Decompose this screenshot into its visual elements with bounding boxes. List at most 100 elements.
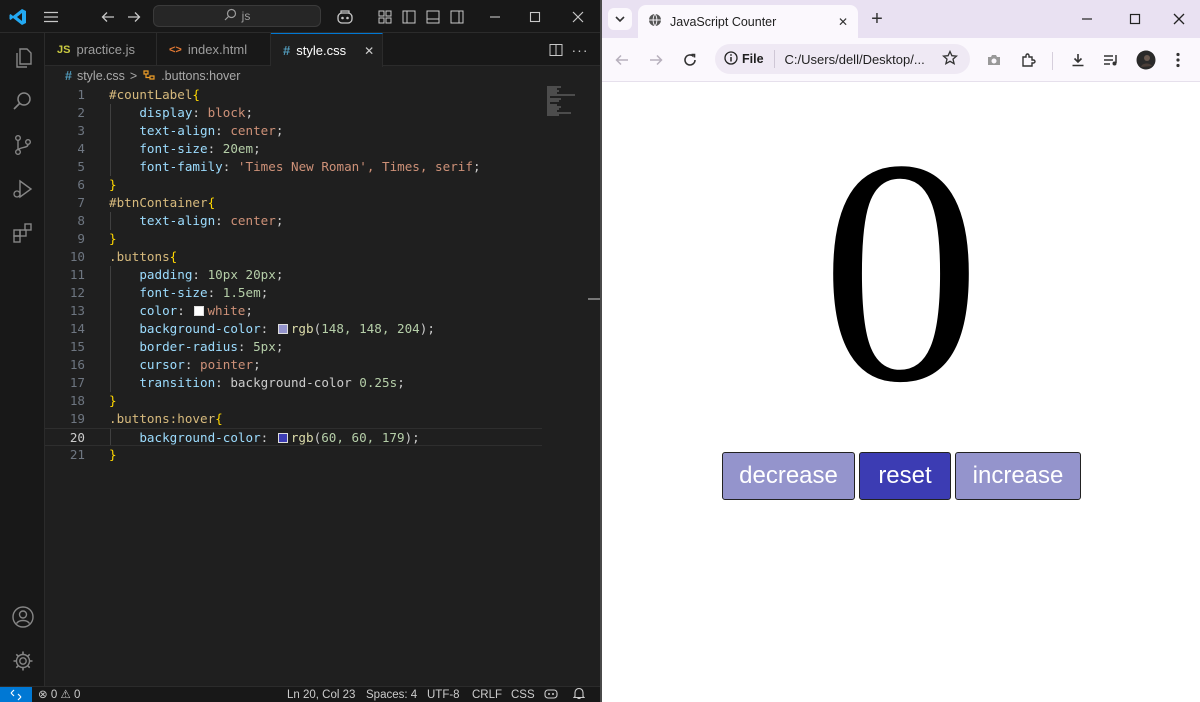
code-line: 16 cursor: pointer; <box>69 357 261 372</box>
back-arrow-icon[interactable] <box>610 48 634 72</box>
code-line: 21} <box>69 447 117 462</box>
tab-search-chevron-icon[interactable] <box>608 8 632 30</box>
account-icon[interactable] <box>0 597 45 637</box>
extensions-icon[interactable] <box>0 213 45 253</box>
maximize-icon[interactable] <box>1120 8 1150 30</box>
files-icon[interactable] <box>0 38 45 78</box>
camera-icon[interactable] <box>982 48 1006 72</box>
bookmark-star-icon[interactable] <box>941 49 959 69</box>
more-actions-icon[interactable]: ··· <box>569 33 591 66</box>
extensions-puzzle-icon[interactable] <box>1016 48 1040 72</box>
address-bar[interactable]: File C:/Users/dell/Desktop/... <box>715 44 970 74</box>
tab-practice-js[interactable]: JS practice.js <box>45 33 157 66</box>
close-window-icon[interactable] <box>1164 8 1194 30</box>
increase-button[interactable]: increase <box>955 452 1081 500</box>
code-line: 8 text-align: center; <box>77 213 284 228</box>
tab-style-css[interactable]: # style.css ✕ <box>271 33 383 67</box>
code-editor[interactable]: 1 #countLabel{ 2 display: block; 3 text-a… <box>45 86 600 686</box>
code-line: 6} <box>77 177 117 192</box>
minimize-icon[interactable] <box>478 0 512 33</box>
color-swatch[interactable] <box>277 324 288 334</box>
end-of-line[interactable]: CRLF <box>472 687 502 702</box>
cursor-position[interactable]: Ln 20, Col 23 <box>287 687 355 702</box>
close-tab-icon[interactable]: ✕ <box>838 15 848 29</box>
browser-tab-title: JavaScript Counter <box>670 14 777 29</box>
encoding[interactable]: UTF-8 <box>427 687 460 702</box>
language-mode[interactable]: CSS <box>511 687 535 702</box>
toggle-secondary-sidebar-icon[interactable] <box>446 0 468 33</box>
problems-indicator[interactable]: ⊗ 0 ⚠ 0 <box>38 687 80 702</box>
arrow-right-icon[interactable] <box>122 0 146 33</box>
new-tab-button[interactable]: + <box>866 8 888 30</box>
split-editor-icon[interactable] <box>545 33 567 66</box>
code-line: 15 border-radius: 5px; <box>69 339 284 354</box>
code-line: 10 .buttons{ <box>69 249 178 264</box>
scrollbar-position-marker <box>588 298 600 300</box>
info-icon <box>724 50 738 68</box>
tab-label: index.html <box>187 42 248 57</box>
error-icon: ⊗ <box>38 689 48 701</box>
copilot-icon[interactable] <box>544 687 558 702</box>
minimap[interactable] <box>547 86 587 116</box>
code-line: 18} <box>69 393 117 408</box>
breadcrumb: # style.css > .buttons:hover <box>45 66 600 86</box>
forward-arrow-icon[interactable] <box>644 48 668 72</box>
code-line: 13 color: white; <box>69 303 253 318</box>
browser-tab[interactable]: JavaScript Counter ✕ <box>638 5 858 38</box>
status-bar: ⊗ 0 ⚠ 0 Ln 20, Col 23 Spaces: 4 UTF-8 CR… <box>0 686 600 702</box>
customize-layout-icon[interactable] <box>374 0 396 33</box>
close-tab-icon[interactable]: ✕ <box>364 44 374 58</box>
code-line: 3 text-align: center; <box>77 123 284 138</box>
url-text: C:/Users/dell/Desktop/... <box>784 51 925 67</box>
globe-icon <box>648 13 662 30</box>
html-file-icon: <> <box>169 43 182 56</box>
breadcrumb-file[interactable]: style.css <box>77 69 125 83</box>
warning-icon: ⚠ <box>60 689 71 701</box>
minimize-icon[interactable] <box>1072 8 1102 30</box>
code-line-current: 20 background-color: rgb(60, 60, 179); <box>45 428 542 446</box>
javascript-file-icon: JS <box>57 43 71 56</box>
code-line: 1 #countLabel{ <box>77 87 200 102</box>
reload-icon[interactable] <box>678 48 702 72</box>
gear-icon[interactable] <box>0 641 45 681</box>
indentation[interactable]: Spaces: 4 <box>366 687 417 702</box>
count-label: 0 <box>821 95 981 449</box>
code-line: 17 transition: background-color 0.25s; <box>69 375 405 390</box>
warning-count: 0 <box>73 689 81 701</box>
toggle-panel-icon[interactable] <box>422 0 444 33</box>
git-branch-icon[interactable] <box>0 125 45 165</box>
copilot-icon[interactable] <box>330 0 360 33</box>
hamburger-icon[interactable] <box>38 0 64 33</box>
tab-index-html[interactable]: <> index.html <box>157 33 271 66</box>
more-vert-icon[interactable] <box>1166 48 1190 72</box>
toolbar-divider <box>1052 52 1053 70</box>
css-file-icon: # <box>283 43 291 58</box>
search-text: js <box>241 9 251 23</box>
breadcrumb-symbol[interactable]: .buttons:hover <box>161 69 240 83</box>
notifications-bell-icon[interactable] <box>572 687 586 702</box>
command-center-search[interactable]: js <box>153 5 321 27</box>
toggle-primary-sidebar-icon[interactable] <box>398 0 420 33</box>
scheme-label: File <box>742 52 764 66</box>
arrow-left-icon[interactable] <box>96 0 120 33</box>
search-icon[interactable] <box>0 81 45 121</box>
decrease-button[interactable]: decrease <box>722 452 855 500</box>
code-line: 4 font-size: 20em; <box>77 141 261 156</box>
avatar[interactable] <box>1134 48 1158 72</box>
run-debug-icon[interactable] <box>0 169 45 209</box>
color-swatch[interactable] <box>194 306 205 316</box>
maximize-icon[interactable] <box>518 0 552 33</box>
reset-button[interactable]: reset <box>859 452 951 500</box>
code-line: 12 font-size: 1.5em; <box>69 285 269 300</box>
download-icon[interactable] <box>1066 48 1090 72</box>
close-window-icon[interactable] <box>560 0 596 33</box>
vscode-window: js JS practice.js <> index.html # style.… <box>0 0 600 702</box>
site-info-chip[interactable]: File <box>724 50 764 68</box>
color-swatch[interactable] <box>277 433 288 443</box>
error-count: 0 <box>50 689 58 701</box>
code-line: 7 #btnContainer{ <box>77 195 216 210</box>
media-controls-icon[interactable] <box>1099 48 1123 72</box>
css-file-icon: # <box>65 69 72 83</box>
remote-indicator-icon[interactable] <box>0 687 32 702</box>
tab-label: style.css <box>296 43 347 58</box>
